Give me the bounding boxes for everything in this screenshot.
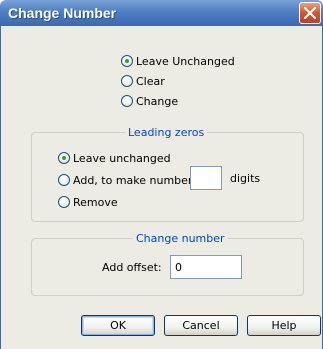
radio-button[interactable] <box>121 55 133 67</box>
title-bar[interactable]: Change Number <box>0 0 323 26</box>
radio-label: Leave Unchanged <box>136 54 235 68</box>
dialog-body: Leave Unchanged Clear Change Leading zer… <box>0 26 323 349</box>
radio-change[interactable]: Change <box>121 93 178 109</box>
offset-input[interactable] <box>170 255 242 279</box>
radio-zeros-leave-unchanged[interactable]: Leave unchanged <box>58 150 171 166</box>
close-button[interactable] <box>299 2 321 24</box>
radio-leave-unchanged[interactable]: Leave Unchanged <box>121 53 235 69</box>
leading-zeros-title: Leading zeros <box>125 126 208 139</box>
radio-button[interactable] <box>58 174 70 186</box>
radio-button[interactable] <box>121 95 133 107</box>
change-number-title: Change number <box>133 232 228 245</box>
digits-input[interactable] <box>190 166 222 190</box>
radio-label: Clear <box>136 74 165 88</box>
radio-button[interactable] <box>121 75 133 87</box>
radio-button[interactable] <box>58 196 70 208</box>
radio-clear[interactable]: Clear <box>121 73 165 89</box>
close-icon <box>304 7 316 19</box>
change-number-group: Change number Add offset: <box>31 232 304 296</box>
radio-label: Remove <box>73 195 118 209</box>
leading-zeros-group: Leading zeros Leave unchanged Add, to ma… <box>31 126 304 222</box>
change-number-dialog: Change Number Leave Unchanged Clear Chan… <box>0 0 323 349</box>
radio-label: Leave unchanged <box>73 151 171 165</box>
dialog-title: Change Number <box>8 5 117 21</box>
radio-zeros-remove[interactable]: Remove <box>58 194 118 210</box>
offset-label: Add offset: <box>102 261 162 274</box>
ok-button[interactable]: OK <box>81 315 155 336</box>
radio-label: Change <box>136 94 179 108</box>
digits-label: digits <box>230 172 261 185</box>
cancel-button[interactable]: Cancel <box>164 315 238 336</box>
help-button[interactable]: Help <box>247 315 321 336</box>
radio-button[interactable] <box>58 152 70 164</box>
